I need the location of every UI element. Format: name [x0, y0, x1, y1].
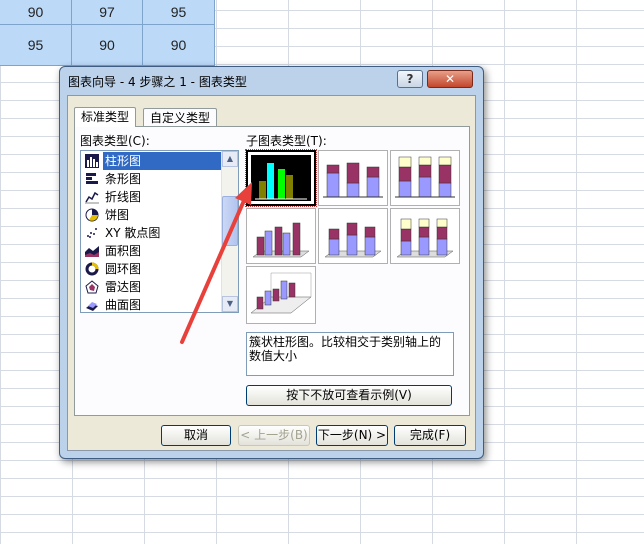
stacked-column-icon [323, 162, 383, 198]
scroll-thumb[interactable] [222, 196, 238, 246]
list-item-label: 折线图 [105, 190, 142, 204]
list-item-bar[interactable]: 条形图 [83, 170, 221, 188]
tab-custom-types[interactable]: 自定义类型 [143, 108, 218, 126]
percent-stacked-column-icon [395, 156, 455, 198]
list-item-column[interactable]: 柱形图 [83, 152, 221, 170]
subtype-3d-stacked-column[interactable] [318, 208, 388, 264]
subtype-3d-column[interactable] [246, 266, 316, 324]
list-item-label: 曲面图 [105, 298, 142, 312]
next-button[interactable]: 下一步(N) > [316, 425, 388, 446]
subtype-clustered-column[interactable] [245, 149, 317, 207]
3d-clustered-column-icon [252, 222, 310, 258]
cell[interactable]: 97 [72, 0, 143, 25]
scroll-up-icon[interactable]: ▲ [222, 151, 238, 167]
subtype-3d-clustered-column[interactable] [246, 208, 316, 264]
area-chart-icon [85, 246, 99, 257]
help-button[interactable]: ? [397, 70, 423, 88]
tab-standard-types[interactable]: 标准类型 [74, 107, 137, 127]
list-item-radar[interactable]: 雷达图 [83, 278, 221, 296]
list-item-label: XY 散点图 [105, 226, 161, 240]
subtype-100-stacked-column[interactable] [390, 150, 460, 206]
preview-button[interactable]: 按下不放可查看示例(V) [246, 385, 452, 406]
cancel-button[interactable]: 取消 [161, 425, 231, 446]
list-item-surface[interactable]: 曲面图 [83, 296, 221, 312]
title-bar[interactable]: 图表向导 - 4 步骤之 1 - 图表类型 ? ✕ [60, 67, 483, 95]
3d-column-icon [250, 272, 312, 314]
cell[interactable]: 95 [0, 25, 72, 66]
line-chart-icon [85, 191, 99, 204]
surface-chart-icon [86, 302, 98, 311]
cell[interactable]: 95 [143, 0, 215, 25]
list-item-line[interactable]: 折线图 [83, 188, 221, 206]
list-item-doughnut[interactable]: 圆环图 [83, 260, 221, 278]
chart-wizard-dialog: 图表向导 - 4 步骤之 1 - 图表类型 ? ✕ 标准类型 自定义类型 图表类… [59, 66, 484, 459]
cell[interactable]: 90 [72, 25, 143, 66]
bar-chart-icon [86, 173, 98, 184]
column-chart-icon [85, 154, 99, 168]
chart-type-list[interactable]: 柱形图 条形图 折线图 饼图 XY 散点图 面积图 圆环图 雷达图 曲面图 ▲ … [80, 150, 239, 313]
subtype-description: 簇状柱形图。比较相交于类别轴上的数值大小 [246, 332, 454, 376]
list-item-label: 条形图 [105, 172, 142, 186]
cell[interactable]: 90 [0, 0, 72, 25]
doughnut-chart-icon [85, 262, 99, 276]
3d-stacked-column-icon [324, 222, 382, 258]
list-item-label: 面积图 [105, 244, 142, 258]
subtype-stacked-column[interactable] [318, 150, 388, 206]
dialog-title: 图表向导 - 4 步骤之 1 - 图表类型 [68, 75, 247, 89]
subtype-grid [245, 149, 460, 325]
clustered-column-icon [255, 163, 307, 200]
tab-panel: 图表类型(C): 柱形图 条形图 折线图 饼图 XY 散点图 面积图 圆环图 雷… [74, 126, 470, 416]
cell[interactable]: 90 [143, 25, 215, 66]
list-item-label: 圆环图 [105, 262, 142, 276]
list-item-label: 柱形图 [103, 152, 221, 170]
subtypes-label: 子图表类型(T): [246, 134, 327, 148]
list-item-area[interactable]: 面积图 [83, 242, 221, 260]
radar-chart-icon [85, 280, 99, 294]
list-item-label: 雷达图 [105, 280, 142, 294]
list-item-label: 饼图 [105, 208, 130, 222]
pie-chart-icon [85, 208, 99, 222]
list-item-scatter[interactable]: XY 散点图 [83, 224, 221, 242]
list-item-pie[interactable]: 饼图 [83, 206, 221, 224]
scroll-down-icon[interactable]: ▼ [222, 296, 238, 312]
finish-button[interactable]: 完成(F) [394, 425, 466, 446]
scatter-chart-icon [87, 228, 97, 238]
close-button[interactable]: ✕ [427, 70, 473, 88]
3d-percent-stacked-column-icon [396, 218, 454, 258]
back-button[interactable]: < 上一步(B) [238, 425, 310, 446]
subtype-3d-100-stacked-column[interactable] [390, 208, 460, 264]
chart-types-label: 图表类型(C): [80, 134, 150, 148]
list-scrollbar[interactable]: ▲ ▼ [221, 151, 238, 312]
dialog-body: 标准类型 自定义类型 图表类型(C): 柱形图 条形图 折线图 饼图 XY 散点… [67, 95, 476, 451]
